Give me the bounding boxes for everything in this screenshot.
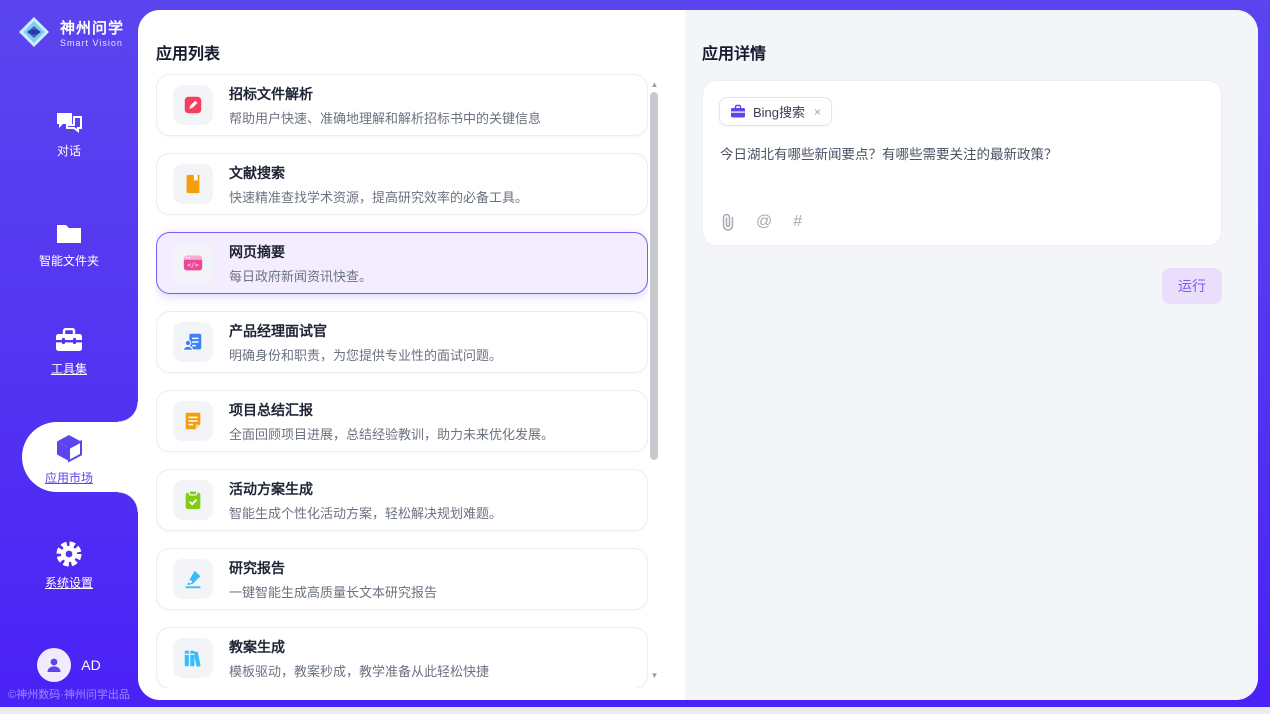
book-icon [173, 164, 213, 204]
prompt-card: Bing搜索 × 今日湖北有哪些新闻要点？有哪些需要关注的最新政策？ @ # [702, 80, 1222, 246]
clipboard-check-icon [173, 480, 213, 520]
app-desc: 智能生成个性化活动方案，轻松解决规划难题。 [229, 503, 502, 522]
sidebar-item-settings[interactable]: 系统设置 [0, 540, 138, 591]
app-desc: 每日政府新闻资讯快查。 [229, 266, 372, 285]
cube-icon [54, 433, 84, 463]
app-list-title: 应用列表 [156, 40, 220, 64]
list-item-web-summary[interactable]: </> 网页摘要 每日政府新闻资讯快查。 [156, 232, 648, 294]
books-icon [173, 638, 213, 678]
sidebar-footer: ©神州数码·神州问学出品 [0, 686, 138, 702]
app-title: 网页摘要 [229, 242, 372, 262]
list-item-event-plan[interactable]: 活动方案生成 智能生成个性化活动方案，轻松解决规划难题。 [156, 469, 648, 531]
tool-tag-bing-search[interactable]: Bing搜索 × [719, 97, 832, 126]
app-desc: 全面回顾项目进展，总结经验教训，助力未来优化发展。 [229, 424, 554, 443]
briefcase-icon [730, 104, 746, 119]
sidebar: 神州问学 Smart Vision 对话 智能文件夹 [0, 0, 138, 707]
app-list: 招标文件解析 帮助用户快速、准确地理解和解析招标书中的关键信息 文献搜索 快速精… [156, 74, 648, 688]
sidebar-item-chat[interactable]: 对话 [0, 110, 138, 159]
user-profile[interactable]: AD [0, 648, 138, 682]
brand-logo: 神州问学 Smart Vision [16, 14, 124, 50]
svg-text:</>: </> [187, 261, 199, 269]
input-toolbar: @ # [721, 213, 802, 231]
app-title: 活动方案生成 [229, 479, 502, 499]
app-title: 研究报告 [229, 558, 437, 578]
app-detail-panel: 应用详情 Bing搜索 × 今日湖北有哪些新闻要点？有哪些需要关注的最新政策？ [685, 10, 1258, 700]
app-desc: 一键智能生成高质量长文本研究报告 [229, 582, 437, 601]
research-icon [173, 559, 213, 599]
list-item-research-report[interactable]: 研究报告 一键智能生成高质量长文本研究报告 [156, 548, 648, 610]
user-name: AD [81, 657, 100, 673]
hash-icon[interactable]: # [793, 213, 802, 231]
list-item-literature-search[interactable]: 文献搜索 快速精准查找学术资源，提高研究效率的必备工具。 [156, 153, 648, 215]
scrollbar[interactable]: ▲ ▼ [650, 84, 659, 670]
sidebar-item-smart-folder[interactable]: 智能文件夹 [0, 222, 138, 269]
scroll-up-icon[interactable]: ▲ [650, 80, 659, 89]
avatar [37, 648, 71, 682]
chat-icon [55, 110, 83, 136]
toolbox-icon [54, 328, 84, 354]
app-list-panel: 应用列表 招标文件解析 帮助用户快速、准确地理解和解析招标书中的关键信息 [138, 10, 685, 700]
app-desc: 快速精准查找学术资源，提高研究效率的必备工具。 [229, 187, 528, 206]
sidebar-item-app-market[interactable]: 应用市场 [0, 433, 138, 486]
scrollbar-thumb[interactable] [650, 92, 658, 460]
query-text[interactable]: 今日湖北有哪些新闻要点？有哪些需要关注的最新政策？ [720, 143, 1204, 163]
interview-icon [173, 322, 213, 362]
list-item-pm-interviewer[interactable]: 产品经理面试官 明确身份和职责，为您提供专业性的面试问题。 [156, 311, 648, 373]
app-title: 项目总结汇报 [229, 400, 554, 420]
app-title: 产品经理面试官 [229, 321, 502, 341]
paperclip-icon[interactable] [721, 213, 735, 231]
folder-icon [55, 222, 83, 246]
mention-icon[interactable]: @ [756, 213, 772, 231]
brand-subtitle: Smart Vision [60, 38, 124, 48]
app-title: 教案生成 [229, 637, 489, 657]
app-title: 招标文件解析 [229, 84, 541, 104]
app-detail-title: 应用详情 [702, 40, 766, 64]
app-desc: 帮助用户快速、准确地理解和解析招标书中的关键信息 [229, 108, 541, 127]
diamond-logo-icon [16, 14, 52, 50]
edit-square-icon [173, 85, 213, 125]
gear-icon [55, 540, 83, 568]
list-item-lesson-plan[interactable]: 教案生成 模板驱动，教案秒成，教学准备从此轻松快捷 [156, 627, 648, 688]
app-frame: 神州问学 Smart Vision 对话 智能文件夹 [0, 0, 1270, 707]
note-icon [173, 401, 213, 441]
scroll-down-icon[interactable]: ▼ [650, 671, 659, 680]
tool-tag-label: Bing搜索 [753, 102, 805, 121]
browser-code-icon: </> [173, 243, 213, 283]
app-desc: 模板驱动，教案秒成，教学准备从此轻松快捷 [229, 661, 489, 680]
app-title: 文献搜索 [229, 163, 528, 183]
list-item-bid-analysis[interactable]: 招标文件解析 帮助用户快速、准确地理解和解析招标书中的关键信息 [156, 74, 648, 136]
app-desc: 明确身份和职责，为您提供专业性的面试问题。 [229, 345, 502, 364]
close-icon[interactable]: × [812, 105, 821, 119]
user-icon [45, 656, 63, 674]
main-content: 应用列表 招标文件解析 帮助用户快速、准确地理解和解析招标书中的关键信息 [138, 10, 1258, 700]
sidebar-item-toolset[interactable]: 工具集 [0, 328, 138, 377]
brand-name: 神州问学 [60, 17, 124, 38]
run-button[interactable]: 运行 [1162, 268, 1222, 304]
list-item-project-summary[interactable]: 项目总结汇报 全面回顾项目进展，总结经验教训，助力未来优化发展。 [156, 390, 648, 452]
